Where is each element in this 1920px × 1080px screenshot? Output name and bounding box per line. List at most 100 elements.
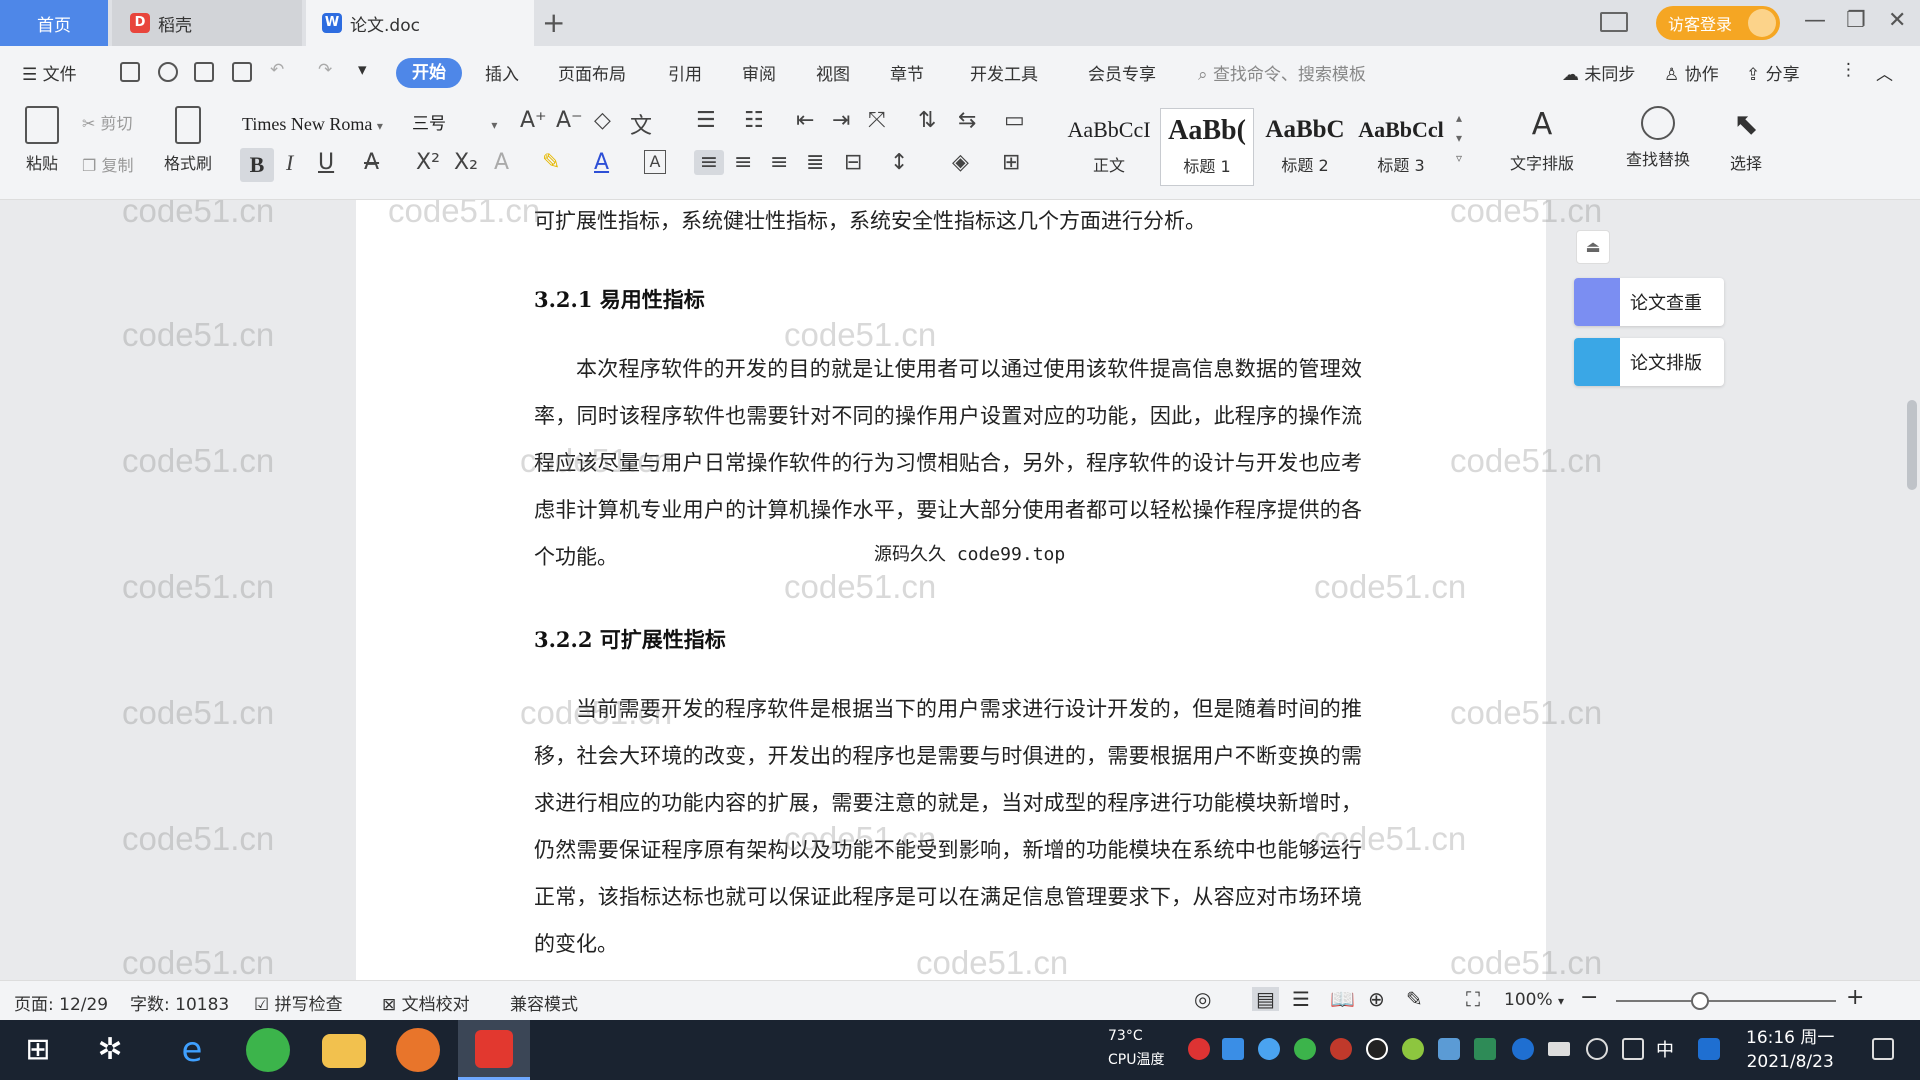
sync-status-button[interactable]: ☁ 未同步 (1562, 60, 1635, 85)
increase-indent-icon[interactable]: ⇥ (832, 108, 850, 133)
underline-icon[interactable]: U (318, 150, 334, 175)
italic-icon[interactable]: I (286, 150, 293, 176)
bold-icon[interactable]: B (240, 148, 274, 182)
styles-scroll-icon[interactable]: ▴ ▾ ▿ (1456, 108, 1462, 168)
tab-document[interactable]: W 论文.doc (306, 0, 534, 46)
save-icon[interactable] (120, 62, 140, 82)
reading-view-icon[interactable]: 📖 (1330, 987, 1355, 1011)
side-panel-collapse-icon[interactable]: ⏏ (1576, 230, 1610, 264)
eye-protect-icon[interactable]: ◎ (1194, 987, 1211, 1011)
ime-indicator[interactable]: 中 (1656, 1036, 1674, 1062)
style-normal[interactable]: AaBbCcI 正文 (1062, 108, 1156, 186)
page-indicator[interactable]: 页面: 12/29 (14, 990, 108, 1015)
paper-check-button[interactable]: 论文查重 (1574, 278, 1724, 326)
chinese-layout-icon[interactable]: ⤧ (868, 108, 886, 133)
bluetooth-icon[interactable] (1512, 1038, 1534, 1060)
print-icon[interactable] (194, 62, 214, 82)
windows-start-icon[interactable]: ⊞ (16, 1028, 60, 1072)
style-heading-2[interactable]: AaBbC 标题 2 (1258, 108, 1352, 186)
visitor-login-button[interactable]: 访客登录 (1656, 6, 1780, 40)
tray-app-icon[interactable] (1402, 1038, 1424, 1060)
quick-access-dropdown-icon[interactable]: ▾ (358, 60, 367, 80)
tray-app-icon[interactable] (1188, 1038, 1210, 1060)
tray-app-icon[interactable] (1294, 1038, 1316, 1060)
font-name-select[interactable]: Times New Roma ▾ (236, 110, 408, 138)
tab-daoke[interactable]: D 稻壳 (112, 0, 302, 46)
distribute-icon[interactable]: ⊟ (844, 150, 862, 175)
superscript-icon[interactable]: X² (416, 150, 440, 175)
word-count[interactable]: 字数: 10183 (130, 990, 229, 1015)
paper-format-button[interactable]: 论文排版 (1574, 338, 1724, 386)
app-launcher-icon[interactable]: ✲ (88, 1028, 132, 1072)
media-player-icon[interactable] (396, 1028, 440, 1072)
highlight-icon[interactable]: ✎ (542, 150, 560, 175)
wps-taskbar-button[interactable] (458, 1020, 530, 1080)
tab-devtools[interactable]: 开发工具 (970, 60, 1038, 85)
zoom-out-icon[interactable]: − (1580, 985, 1598, 1010)
more-icon[interactable]: ⋮ (1840, 60, 1857, 80)
undo-icon[interactable]: ↶ (270, 60, 284, 80)
shading-icon[interactable]: ◈ (952, 150, 969, 175)
collaborate-button[interactable]: ♙ 协作 (1664, 60, 1719, 85)
line-spacing-icon[interactable]: ↕ (890, 150, 908, 175)
document-page[interactable]: 可扩展性指标，系统健壮性指标，系统安全性指标这几个方面进行分析。 3.2.1 易… (356, 200, 1546, 980)
page-view-icon[interactable]: ▤ (1252, 987, 1279, 1011)
360-browser-icon[interactable] (246, 1028, 290, 1072)
align-right-icon[interactable]: ≡ (770, 150, 788, 175)
tab-reference[interactable]: 引用 (668, 60, 702, 85)
increase-font-icon[interactable]: A⁺ (520, 108, 547, 133)
numbered-list-icon[interactable]: ☷ (744, 108, 764, 133)
bullet-list-icon[interactable]: ☰ (696, 108, 716, 133)
export-icon[interactable] (158, 62, 178, 82)
zoom-slider[interactable] (1616, 992, 1836, 1010)
proofread-button[interactable]: ⊠ 文档校对 (382, 990, 470, 1015)
borders-icon[interactable]: ⊞ (1002, 150, 1020, 175)
paste-button[interactable]: 粘贴 (16, 106, 68, 174)
find-replace-button[interactable]: 查找替换 (1610, 106, 1706, 170)
ruler-icon[interactable]: ▭ (1004, 108, 1025, 133)
decrease-indent-icon[interactable]: ⇤ (796, 108, 814, 133)
align-center-icon[interactable]: ≡ (734, 150, 752, 175)
write-mode-icon[interactable]: ✎ (1406, 987, 1423, 1011)
new-tab-icon[interactable]: + (542, 6, 565, 39)
notification-icon[interactable] (1872, 1038, 1894, 1060)
qq-icon[interactable] (1366, 1038, 1388, 1060)
close-icon[interactable]: ✕ (1888, 8, 1906, 33)
tab-chapter[interactable]: 章节 (890, 60, 924, 85)
phonetic-icon[interactable]: 文 (630, 108, 652, 140)
tab-review[interactable]: 审阅 (742, 60, 776, 85)
collapse-ribbon-icon[interactable]: ︿ (1876, 60, 1893, 85)
tab-member[interactable]: 会员专享 (1088, 60, 1156, 85)
window-layout-icon[interactable] (1600, 12, 1628, 32)
outline-view-icon[interactable]: ☰ (1292, 987, 1310, 1011)
copy-button[interactable]: ❐ 复制 (82, 152, 133, 176)
search-icon[interactable] (1698, 1038, 1720, 1060)
redo-icon[interactable]: ↷ (318, 60, 332, 80)
zoom-select[interactable]: 100% ▾ (1504, 990, 1564, 1010)
tab-insert[interactable]: 插入 (485, 60, 519, 85)
format-painter-button[interactable]: 格式刷 (160, 106, 216, 174)
align-left-icon[interactable]: ≡ (694, 150, 724, 175)
share-button[interactable]: ⇪ 分享 (1746, 60, 1800, 85)
fit-page-icon[interactable]: ⛶ (1466, 987, 1480, 1011)
char-border-icon[interactable]: A (644, 150, 666, 174)
wifi-icon[interactable] (1586, 1038, 1608, 1060)
restore-icon[interactable]: ❐ (1846, 8, 1866, 33)
file-menu[interactable]: ☰ 文件 (22, 60, 77, 85)
show-marks-icon[interactable]: ⇆ (958, 108, 976, 133)
tab-page-layout[interactable]: 页面布局 (558, 60, 626, 85)
font-size-select[interactable]: 三号 ▾ (412, 110, 506, 138)
tab-home[interactable]: 首页 (0, 0, 108, 46)
subscript-icon[interactable]: X₂ (454, 150, 478, 175)
minimize-icon[interactable]: — (1804, 8, 1826, 33)
print-preview-icon[interactable] (232, 62, 252, 82)
tray-app-icon[interactable] (1438, 1038, 1460, 1060)
scrollbar-thumb[interactable] (1907, 400, 1917, 490)
file-explorer-icon[interactable] (322, 1034, 366, 1068)
select-button[interactable]: ⬉ 选择 (1716, 106, 1776, 174)
text-layout-button[interactable]: A 文字排版 (1494, 106, 1590, 174)
tab-view[interactable]: 视图 (816, 60, 850, 85)
cut-button[interactable]: ✂ 剪切 (82, 110, 133, 134)
font-color-icon[interactable]: A (594, 150, 609, 175)
sort-icon[interactable]: ⇅ (918, 108, 936, 133)
